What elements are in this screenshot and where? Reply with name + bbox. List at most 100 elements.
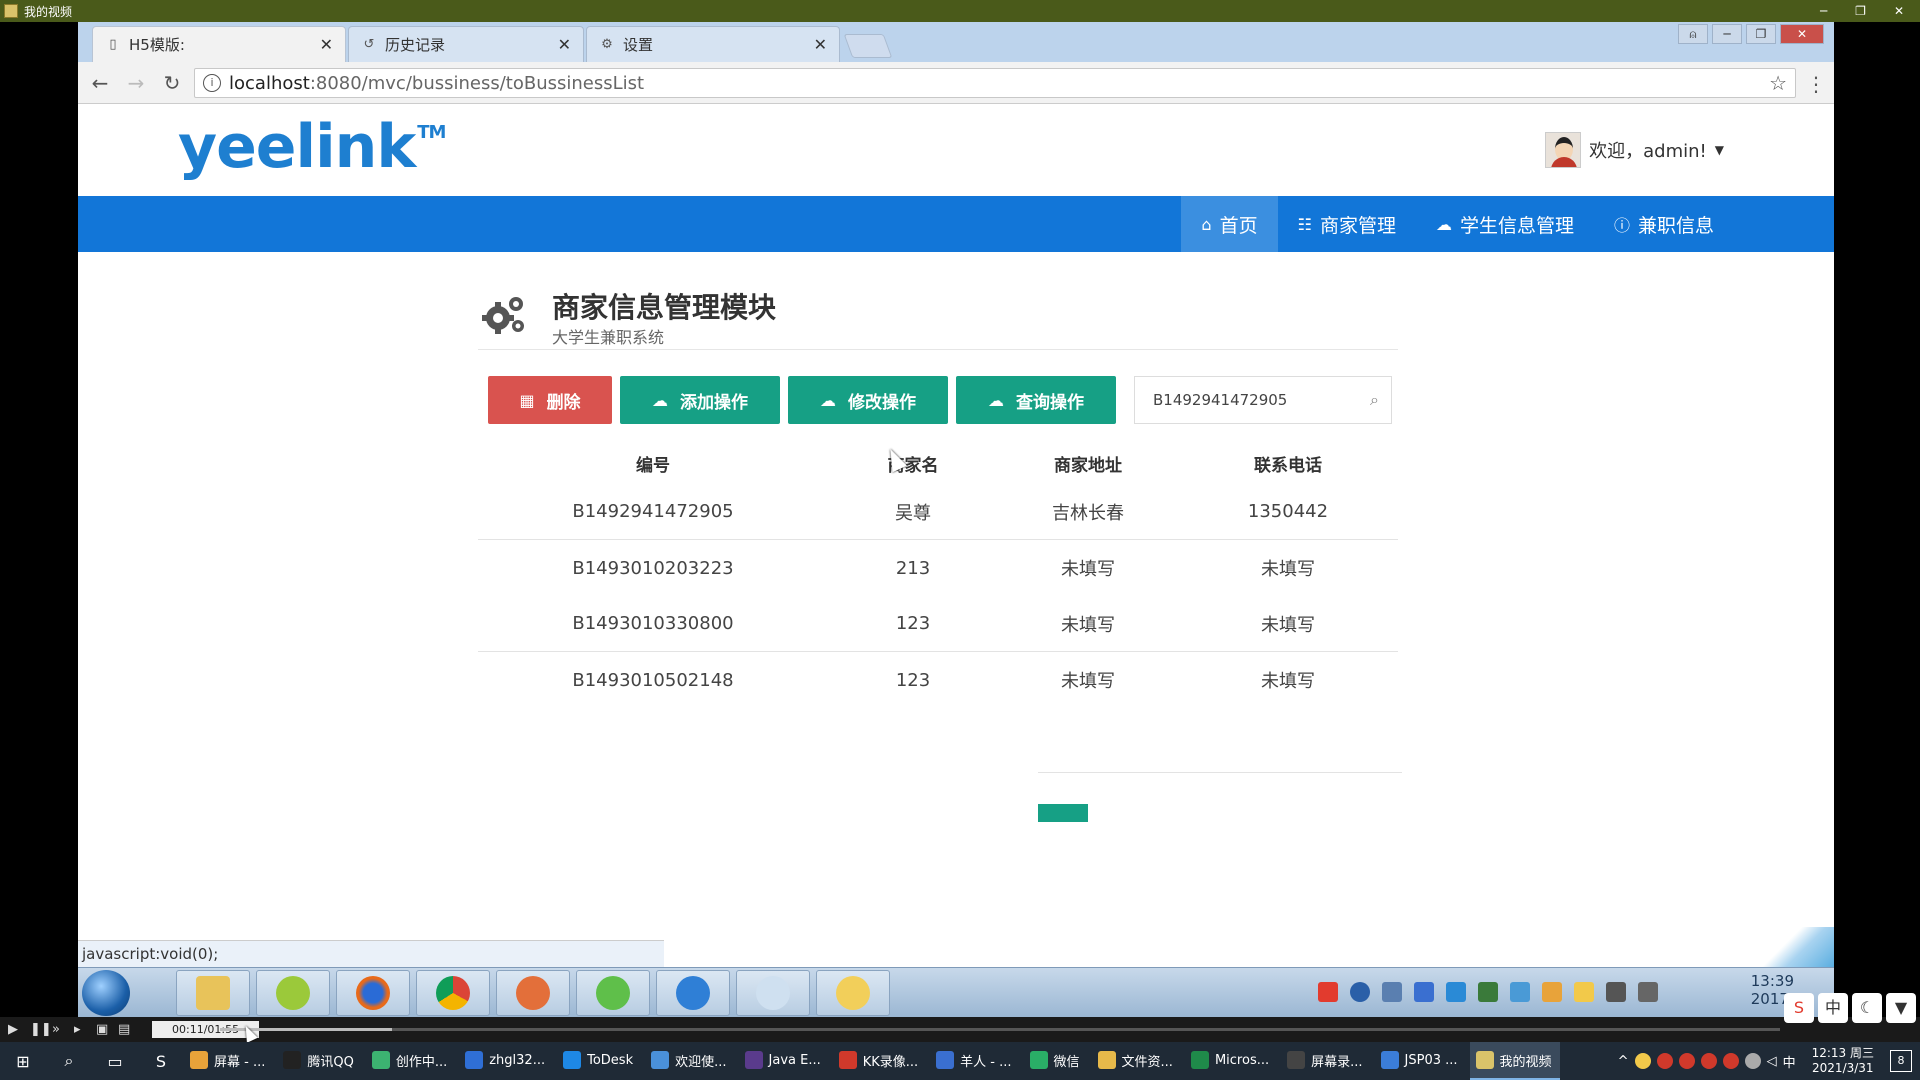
back-icon[interactable]: ← <box>82 71 118 95</box>
close-icon[interactable]: ✕ <box>1894 4 1904 18</box>
add-button[interactable]: ☁ 添加操作 <box>620 376 780 424</box>
tray-icon[interactable] <box>1656 1053 1673 1069</box>
sogou-icon[interactable]: S <box>138 1042 184 1080</box>
nav-item-parttime[interactable]: ⓘ 兼职信息 <box>1594 196 1734 252</box>
volume-icon[interactable] <box>1638 982 1658 1002</box>
host-taskbar-app[interactable]: 屏幕 - ... <box>184 1042 273 1080</box>
host-taskbar-app[interactable]: 我的视频 <box>1469 1042 1560 1080</box>
user-icon[interactable]: ⍝ <box>1678 24 1708 44</box>
nav-item-students[interactable]: ☁ 学生信息管理 <box>1416 196 1594 252</box>
volume-icon[interactable]: ◁ <box>1767 1054 1777 1069</box>
chevron-up-icon[interactable]: ^ <box>1618 1054 1629 1069</box>
taskbar-app[interactable] <box>496 970 570 1016</box>
close-icon[interactable]: ✕ <box>814 35 827 54</box>
tab-h5[interactable]: ▯ H5模版: ✕ <box>92 26 346 62</box>
tab-settings[interactable]: ⚙ 设置 ✕ <box>586 26 840 62</box>
delete-button[interactable]: ▦ 删除 <box>488 376 612 424</box>
play-icon[interactable]: ▶ <box>8 1022 22 1037</box>
page-button[interactable] <box>1136 804 1184 822</box>
page-button[interactable] <box>1280 804 1328 822</box>
reload-icon[interactable]: ↻ <box>154 71 190 95</box>
tray-icon[interactable] <box>1722 1053 1739 1069</box>
search-icon[interactable]: ⌕ <box>46 1042 92 1080</box>
bookmark-star-icon[interactable]: ☆ <box>1769 71 1787 95</box>
close-icon[interactable]: ✕ <box>320 35 333 54</box>
start-orb-icon[interactable] <box>82 970 130 1016</box>
taskbar-app[interactable] <box>816 970 890 1016</box>
page-button-current[interactable] <box>1038 804 1088 822</box>
notification-icon[interactable]: 8 <box>1890 1050 1912 1072</box>
tray-icon[interactable] <box>1678 1053 1695 1069</box>
page-button[interactable] <box>1088 804 1136 822</box>
search-icon[interactable]: ⌕ <box>1370 390 1379 410</box>
tray-icon[interactable] <box>1700 1053 1717 1069</box>
site-logo[interactable]: yeelink TM <box>178 112 446 182</box>
search-value[interactable]: B1492941472905 <box>1153 391 1287 409</box>
menu-icon[interactable]: ⋮ <box>1806 72 1826 96</box>
host-taskbar-app[interactable]: 欢迎使... <box>645 1042 734 1080</box>
info-icon[interactable]: i <box>203 74 221 92</box>
help-icon[interactable] <box>1350 982 1370 1002</box>
screenshot-icon[interactable]: ▤ <box>118 1022 132 1037</box>
host-taskbar-app[interactable]: 微信 <box>1024 1042 1088 1080</box>
user-menu[interactable]: 欢迎，admin! ▼ <box>1545 132 1724 168</box>
taskbar-app[interactable] <box>576 970 650 1016</box>
windows-start-icon[interactable]: ⊞ <box>0 1042 46 1080</box>
tab-history[interactable]: ↺ 历史记录 ✕ <box>348 26 584 62</box>
taskbar-firefox[interactable] <box>336 970 410 1016</box>
nav-item-merchants[interactable]: ☷ 商家管理 <box>1278 196 1416 252</box>
tray-icon[interactable] <box>1382 982 1402 1002</box>
network-icon[interactable] <box>1744 1053 1761 1069</box>
edit-button[interactable]: ☁ 修改操作 <box>788 376 948 424</box>
host-taskbar-app[interactable]: 屏幕录... <box>1281 1042 1370 1080</box>
restore-icon[interactable]: ❐ <box>1855 4 1866 18</box>
taskbar-ie[interactable] <box>656 970 730 1016</box>
url-text[interactable]: localhost:8080/mvc/bussiness/toBussiness… <box>229 73 644 94</box>
tray-icon[interactable] <box>1574 982 1594 1002</box>
minimize-icon[interactable]: ─ <box>1820 4 1827 18</box>
host-taskbar-app[interactable]: KK录像... <box>833 1042 926 1080</box>
video-progress[interactable] <box>220 1028 1780 1031</box>
taskbar-explorer[interactable] <box>176 970 250 1016</box>
ime-indicator[interactable]: 中 <box>1783 1052 1796 1071</box>
sogou-icon[interactable] <box>1318 982 1338 1002</box>
query-button[interactable]: ☁ 查询操作 <box>956 376 1116 424</box>
host-taskbar-app[interactable]: ToDesk <box>557 1042 641 1080</box>
minimize-icon[interactable]: ─ <box>1712 24 1742 44</box>
address-bar[interactable]: i localhost:8080/mvc/bussiness/toBussine… <box>194 68 1796 98</box>
forward-icon[interactable]: → <box>118 71 154 95</box>
host-taskbar-app[interactable]: Micros... <box>1185 1042 1277 1080</box>
close-icon[interactable]: ✕ <box>1780 24 1824 44</box>
close-icon[interactable]: ✕ <box>558 35 571 54</box>
host-clock[interactable]: 12:13 周三 2021/3/31 <box>1812 1046 1874 1076</box>
sogou-icon[interactable]: S <box>1784 993 1814 1023</box>
host-taskbar-app[interactable]: Java E... <box>739 1042 829 1080</box>
host-taskbar-app[interactable]: 创作中... <box>366 1042 455 1080</box>
fast-forward-icon[interactable]: » <box>52 1022 66 1037</box>
ime-mode[interactable]: 中 <box>1818 993 1848 1023</box>
tray-icon[interactable] <box>1478 982 1498 1002</box>
network-icon[interactable] <box>1606 982 1626 1002</box>
page-button[interactable] <box>1184 804 1232 822</box>
tray-icon[interactable] <box>1414 982 1434 1002</box>
tray-icon[interactable] <box>1634 1053 1651 1069</box>
host-taskbar-app[interactable]: zhgl32... <box>459 1042 553 1080</box>
moon-icon[interactable]: ☾ <box>1852 993 1882 1023</box>
table-row[interactable]: B1493010502148 123 未填写 未填写 <box>478 652 1398 708</box>
taskbar-app[interactable] <box>256 970 330 1016</box>
tray-icon[interactable] <box>1510 982 1530 1002</box>
page-button[interactable] <box>1328 804 1376 822</box>
host-taskbar-app[interactable]: 腾讯QQ <box>277 1042 361 1080</box>
task-view-icon[interactable]: ▭ <box>92 1042 138 1080</box>
pause-icon[interactable]: ❚❚ <box>30 1022 52 1037</box>
shield-icon[interactable] <box>1446 982 1466 1002</box>
page-button[interactable] <box>1232 804 1280 822</box>
step-icon[interactable]: ▸ <box>74 1022 88 1037</box>
new-tab-button[interactable] <box>843 34 893 58</box>
taskbar-chrome[interactable] <box>416 970 490 1016</box>
nav-item-home[interactable]: ⌂ 首页 <box>1181 196 1278 252</box>
host-taskbar-app[interactable]: 文件资... <box>1092 1042 1181 1080</box>
table-row[interactable]: B1493010330800 123 未填写 未填写 <box>478 596 1398 652</box>
fullscreen-icon[interactable]: ▣ <box>96 1022 110 1037</box>
restore-icon[interactable]: ❐ <box>1746 24 1776 44</box>
